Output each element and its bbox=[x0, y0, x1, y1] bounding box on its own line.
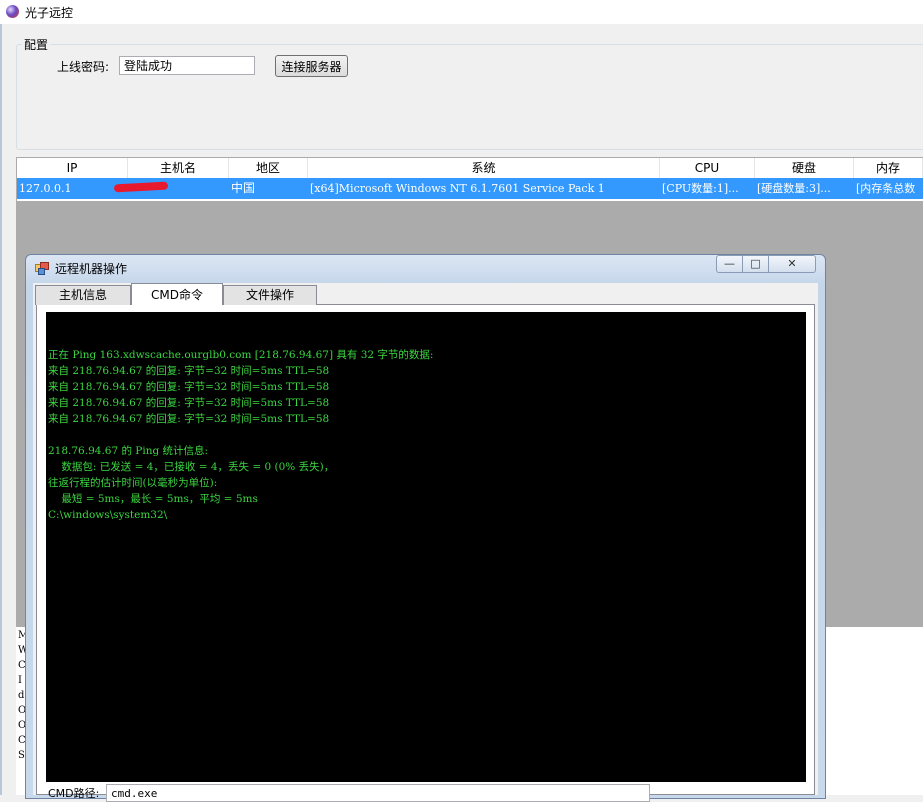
cell-ip: 127.0.0.1 bbox=[19, 182, 72, 195]
tab-host-info[interactable]: 主机信息 bbox=[35, 285, 131, 305]
console-line: 来自 218.76.94.67 的回复: 字节=32 时间=5ms TTL=58 bbox=[48, 413, 330, 425]
column-header-cpu[interactable]: CPU bbox=[660, 158, 755, 178]
console-line: 最短 = 5ms，最长 = 5ms，平均 = 5ms bbox=[48, 493, 258, 505]
config-group-label: 配置 bbox=[22, 36, 51, 53]
console-output: 正在 Ping 163.xdwscache.ourglb0.com [218.7… bbox=[48, 347, 803, 523]
cell-os: [x64]Microsoft Windows NT 6.1.7601 Servi… bbox=[310, 182, 605, 195]
console-line: 数据包: 已发送 = 4，已接收 = 4，丢失 = 0 (0% 丢失)， bbox=[48, 461, 335, 473]
close-button[interactable]: ✕ bbox=[769, 255, 816, 273]
list-header: IP 主机名 地区 系统 CPU 硬盘 内存 bbox=[17, 158, 923, 179]
column-header-os[interactable]: 系统 bbox=[308, 158, 660, 178]
connect-server-button[interactable]: 连接服务器 bbox=[275, 55, 348, 77]
column-header-hostname[interactable]: 主机名 bbox=[128, 158, 229, 178]
main-title-bar[interactable] bbox=[0, 0, 923, 24]
column-header-ip[interactable]: IP bbox=[17, 158, 128, 178]
password-label: 上线密码: bbox=[57, 60, 110, 74]
tab-strip: 主机信息 CMD命令 文件操作 bbox=[35, 283, 317, 305]
console-line: 来自 218.76.94.67 的回复: 字节=32 时间=5ms TTL=58 bbox=[48, 381, 330, 393]
cell-memory: [内存条总数 bbox=[856, 182, 916, 195]
window-border bbox=[0, 24, 2, 795]
cell-disk: [硬盘数量:3]... bbox=[757, 182, 831, 195]
console-line: 来自 218.76.94.67 的回复: 字节=32 时间=5ms TTL=58 bbox=[48, 397, 330, 409]
console-line: 往返行程的估计时间(以毫秒为单位): bbox=[48, 477, 218, 489]
column-header-region[interactable]: 地区 bbox=[229, 158, 308, 178]
console-line: C:\windows\system32\ bbox=[48, 509, 168, 521]
column-header-disk[interactable]: 硬盘 bbox=[755, 158, 854, 178]
cell-cpu: [CPU数量:1]... bbox=[662, 182, 739, 195]
minimize-button[interactable]: — bbox=[716, 255, 743, 273]
password-input[interactable] bbox=[119, 56, 255, 75]
dialog-title: 远程机器操作 bbox=[55, 262, 128, 276]
maximize-button[interactable]: □ bbox=[743, 255, 769, 273]
console-line: 来自 218.76.94.67 的回复: 字节=32 时间=5ms TTL=58 bbox=[48, 365, 330, 377]
console-line: 正在 Ping 163.xdwscache.ourglb0.com [218.7… bbox=[48, 349, 434, 361]
cell-region: 中国 bbox=[231, 181, 256, 195]
window-icon bbox=[35, 262, 49, 275]
tab-file-ops[interactable]: 文件操作 bbox=[223, 285, 317, 305]
cmd-path-input[interactable] bbox=[106, 784, 650, 802]
window-controls: — □ ✕ bbox=[716, 255, 816, 273]
app-icon bbox=[6, 5, 19, 18]
console-line: 218.76.94.67 的 Ping 统计信息: bbox=[48, 445, 209, 457]
right-panel bbox=[826, 627, 923, 795]
tab-cmd[interactable]: CMD命令 bbox=[131, 283, 223, 305]
column-header-memory[interactable]: 内存 bbox=[854, 158, 923, 178]
window-title: 光子远控 bbox=[25, 6, 74, 20]
cmd-path-label: CMD路径: bbox=[48, 787, 100, 800]
